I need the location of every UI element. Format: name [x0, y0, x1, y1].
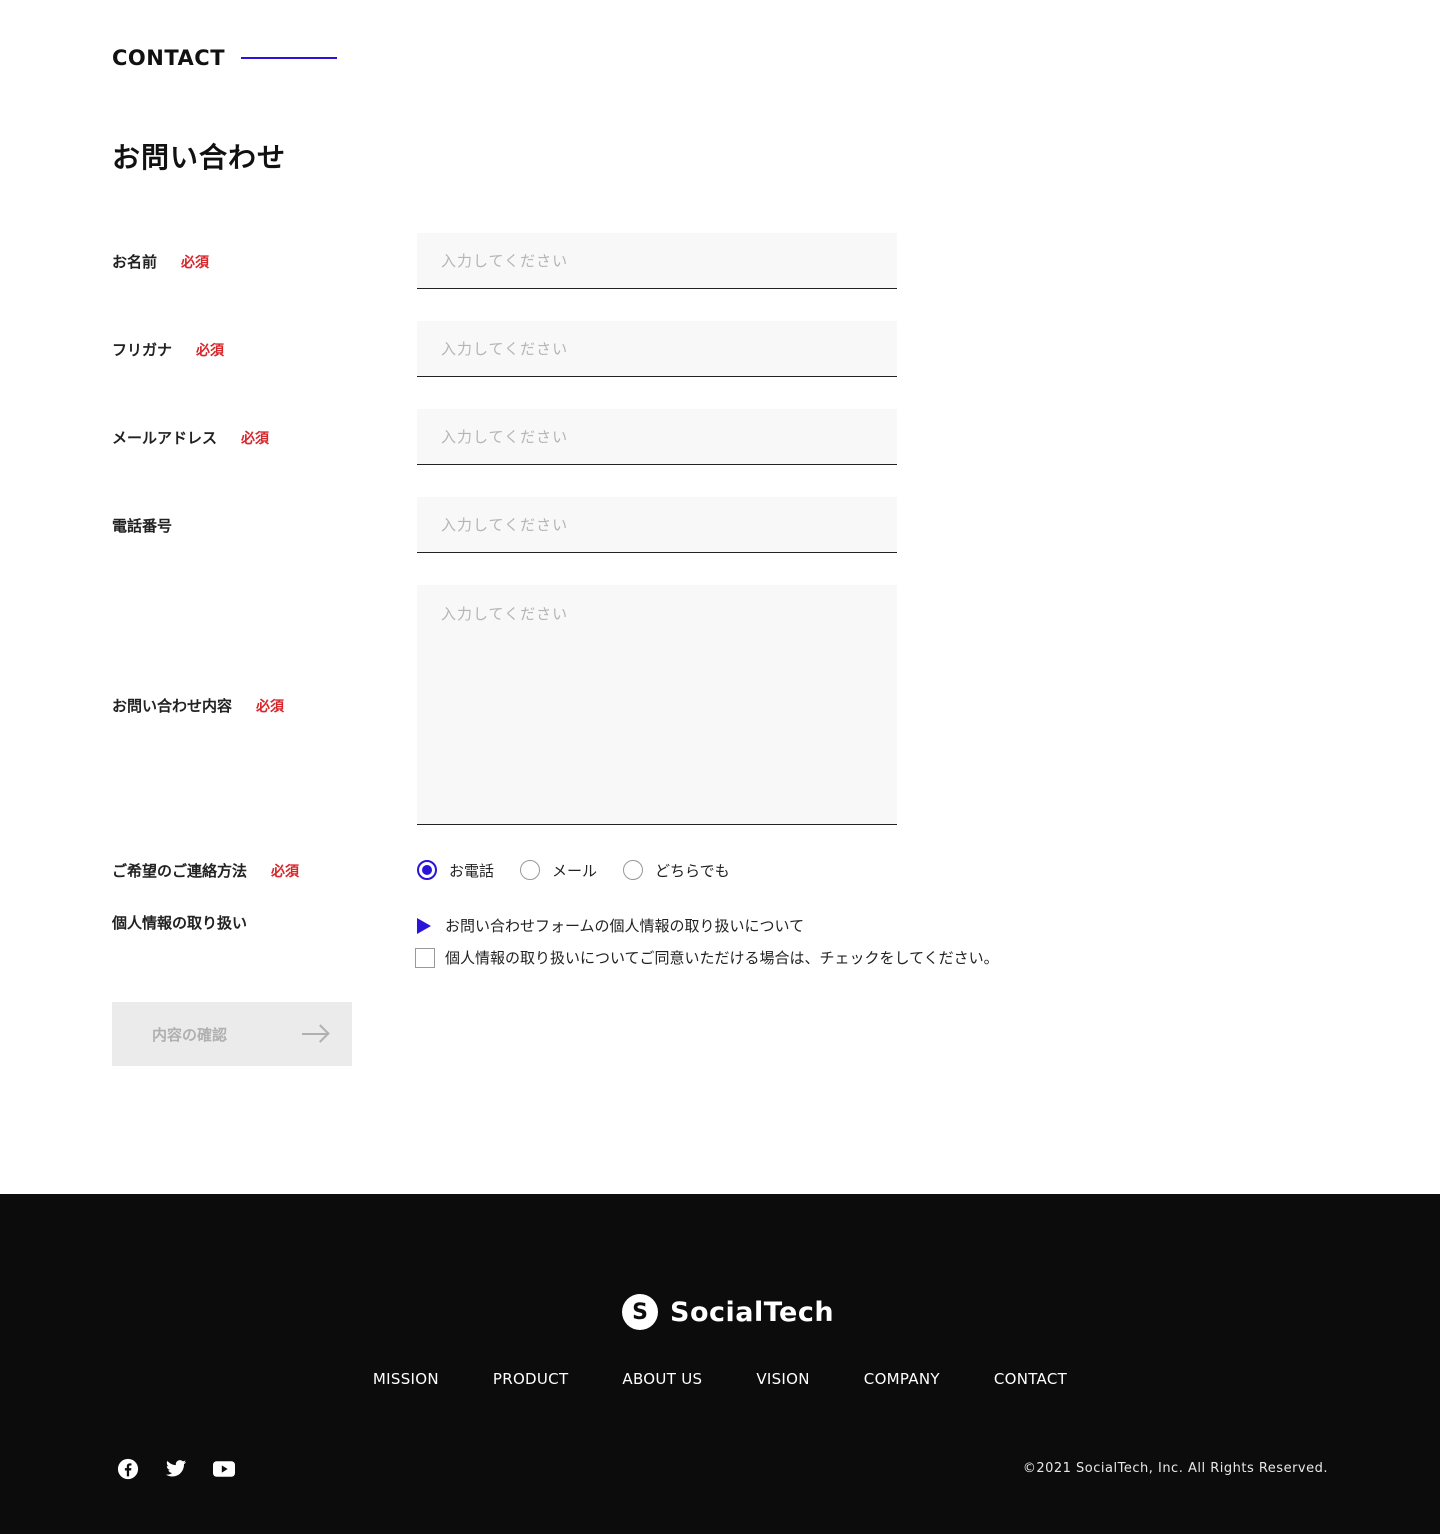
field-label-email: メールアドレス 必須 [112, 427, 269, 448]
required-badge: 必須 [196, 342, 225, 359]
triangle-right-icon [417, 917, 431, 934]
name-input[interactable] [417, 233, 897, 289]
field-label-text: ご希望のご連絡方法 [112, 862, 248, 880]
furigana-input[interactable] [417, 321, 897, 377]
required-badge: 必須 [241, 430, 270, 447]
footer-nav-about-us[interactable]: ABOUT US [622, 1370, 702, 1388]
radio-option-phone[interactable]: お電話 [417, 860, 494, 881]
footer-logo[interactable]: S SocialTech [622, 1294, 834, 1330]
radio-option-either[interactable]: どちらでも [623, 860, 730, 881]
field-label-text: フリガナ [112, 341, 173, 359]
arrow-right-icon [302, 1033, 328, 1035]
field-label-contact-method: ご希望のご連絡方法 必須 [112, 860, 299, 881]
footer-nav-vision[interactable]: VISION [756, 1370, 809, 1388]
section-label: CONTACT [112, 46, 338, 70]
required-badge: 必須 [271, 863, 300, 880]
privacy-policy-link-text: お問い合わせフォームの個人情報の取り扱いについて [445, 917, 805, 935]
field-label-privacy: 個人情報の取り扱い [112, 912, 247, 933]
field-label-text: お問い合わせ内容 [112, 697, 233, 715]
logo-mark: S [622, 1294, 658, 1330]
copyright: ©2021 SocialTech, Inc. All Rights Reserv… [1022, 1461, 1328, 1476]
field-label-phone: 電話番号 [112, 515, 172, 536]
footer-nav-company[interactable]: COMPANY [864, 1370, 940, 1388]
radio-button-selected[interactable] [417, 860, 437, 880]
section-label-rule [241, 57, 338, 59]
footer-nav-contact[interactable]: CONTACT [994, 1370, 1067, 1388]
required-badge: 必須 [181, 254, 210, 271]
inquiry-textarea[interactable] [417, 585, 897, 825]
radio-option-label: どちらでも [655, 861, 730, 880]
facebook-icon[interactable] [117, 1458, 139, 1480]
privacy-consent[interactable]: 個人情報の取り扱いについてご同意いただける場合は、チェックをしてください。 [415, 947, 999, 968]
required-badge: 必須 [256, 698, 285, 715]
youtube-icon[interactable] [213, 1458, 235, 1480]
privacy-consent-text: 個人情報の取り扱いについてご同意いただける場合は、チェックをしてください。 [445, 949, 999, 967]
section-label-text: CONTACT [112, 46, 226, 70]
footer-nav-product[interactable]: PRODUCT [493, 1370, 569, 1388]
footer: S SocialTech MISSION PRODUCT ABOUT US VI… [0, 1194, 1440, 1534]
footer-nav: MISSION PRODUCT ABOUT US VISION COMPANY … [0, 1370, 1440, 1388]
twitter-icon[interactable] [165, 1458, 187, 1480]
field-label-furigana: フリガナ 必須 [112, 339, 224, 360]
footer-nav-mission[interactable]: MISSION [373, 1370, 439, 1388]
page-title: お問い合わせ [112, 141, 287, 174]
confirm-button-label: 内容の確認 [152, 1025, 228, 1044]
field-label-name: お名前 必須 [112, 251, 209, 272]
radio-option-label: お電話 [449, 861, 495, 880]
field-label-text: お名前 [112, 253, 158, 271]
confirm-button[interactable]: 内容の確認 [112, 1002, 352, 1066]
email-input[interactable] [417, 409, 897, 465]
field-label-text: メールアドレス [112, 429, 218, 447]
privacy-consent-checkbox[interactable] [415, 947, 435, 968]
social-links [117, 1458, 261, 1480]
phone-input[interactable] [417, 497, 897, 553]
radio-button[interactable] [520, 860, 541, 880]
field-label-inquiry: お問い合わせ内容 必須 [112, 695, 284, 716]
field-label-text: 電話番号 [112, 517, 173, 535]
contact-method-radio-group: お電話 メール どちらでも [417, 858, 756, 882]
logo-text: SocialTech [670, 1296, 835, 1328]
radio-option-email[interactable]: メール [520, 860, 597, 881]
radio-button[interactable] [623, 860, 644, 880]
field-label-text: 個人情報の取り扱い [112, 914, 248, 932]
privacy-policy-toggle[interactable]: お問い合わせフォームの個人情報の取り扱いについて [417, 915, 804, 936]
radio-option-label: メール [552, 861, 598, 880]
